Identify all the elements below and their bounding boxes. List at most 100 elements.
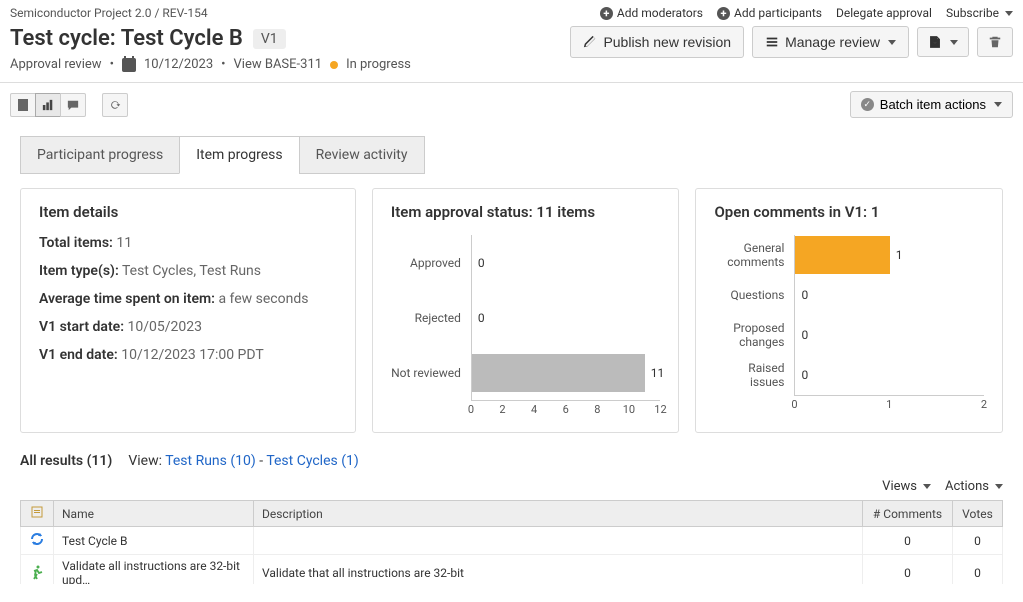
export-icon xyxy=(928,35,942,49)
chart-value: 0 xyxy=(801,328,808,342)
cell-votes: 0 xyxy=(953,555,1003,585)
chart-category-label: Questions xyxy=(714,288,794,302)
chart-value: 1 xyxy=(896,248,903,262)
caret-down-icon xyxy=(1005,11,1013,16)
chart-row: Approved0 xyxy=(391,235,661,290)
chart-category-label: Raised issues xyxy=(714,361,794,389)
chart-row: General comments 1 xyxy=(714,235,984,275)
cell-description xyxy=(254,527,863,555)
table-row[interactable]: Test Cycle B00 xyxy=(21,527,1003,555)
pencil-icon xyxy=(583,35,597,49)
cell-name: Validate all instructions are 32-bit upd… xyxy=(54,555,254,585)
axis-tick: 10 xyxy=(623,403,635,416)
document-icon xyxy=(17,98,29,112)
manage-review-button[interactable]: Manage review xyxy=(752,26,909,58)
chart-category-label: Approved xyxy=(391,256,471,270)
cycle-icon xyxy=(29,531,45,547)
chart-category-label: Proposed changes xyxy=(714,321,794,349)
chart-row: Proposed changes 0 xyxy=(714,315,984,355)
chart-row: Not reviewed11 xyxy=(391,345,661,400)
status-dot-icon xyxy=(330,61,338,69)
refresh-icon xyxy=(109,98,121,112)
tab-participant-progress[interactable]: Participant progress xyxy=(20,136,180,174)
caret-down-icon xyxy=(950,40,958,45)
axis-tick: 12 xyxy=(654,403,666,416)
comments-chart: General comments1Questions0Proposed chan… xyxy=(714,235,984,413)
subscribe-dropdown[interactable]: Subscribe xyxy=(946,6,1013,20)
axis-tick: 6 xyxy=(563,403,569,416)
axis-tick: 8 xyxy=(594,403,600,416)
views-dropdown[interactable]: Views xyxy=(882,479,931,494)
chart-category-label: Not reviewed xyxy=(391,366,471,380)
results-table: Name Description # Comments Votes Test C… xyxy=(20,500,1003,584)
chart-view-button[interactable] xyxy=(35,93,61,117)
breadcrumb-project[interactable]: Semiconductor Project 2.0 xyxy=(10,6,151,20)
chart-value: 11 xyxy=(651,366,665,380)
approval-chart: Approved0Rejected0Not reviewed1102468101… xyxy=(391,235,661,418)
axis-tick: 0 xyxy=(791,398,797,411)
filter-test-cycles[interactable]: Test Cycles (1) xyxy=(266,453,358,469)
filter-test-runs[interactable]: Test Runs (10) xyxy=(165,453,256,469)
chart-row: Rejected0 xyxy=(391,290,661,345)
breadcrumb-item[interactable]: REV-154 xyxy=(162,6,207,20)
cell-description: Validate that all instructions are 32-bi… xyxy=(254,555,863,585)
cell-name: Test Cycle B xyxy=(54,527,254,555)
delete-button[interactable] xyxy=(977,27,1013,57)
item-details-title: Item details xyxy=(39,203,337,221)
export-button[interactable] xyxy=(917,27,969,57)
approval-title: Item approval status: 11 items xyxy=(391,203,661,221)
axis-tick: 0 xyxy=(468,403,474,416)
all-results-label: All results (11) xyxy=(20,453,112,469)
col-icon-header[interactable] xyxy=(21,501,54,527)
chart-row: Raised issues 0 xyxy=(714,355,984,395)
chart-row: Questions0 xyxy=(714,275,984,315)
cell-comments: 0 xyxy=(863,555,953,585)
chart-category-label: Rejected xyxy=(391,311,471,325)
status-text: In progress xyxy=(346,57,411,72)
breadcrumb: Semiconductor Project 2.0 / REV-154 xyxy=(10,6,208,20)
refresh-button[interactable] xyxy=(102,93,128,117)
add-moderators-link[interactable]: +Add moderators xyxy=(600,6,703,20)
comment-icon xyxy=(67,99,79,111)
tab-item-progress[interactable]: Item progress xyxy=(179,136,299,174)
trash-icon xyxy=(988,35,1002,49)
review-date: 10/12/2023 xyxy=(144,57,213,72)
col-name[interactable]: Name xyxy=(54,501,254,527)
batch-item-actions-button[interactable]: ✓ Batch item actions xyxy=(850,91,1013,118)
check-circle-icon: ✓ xyxy=(861,98,874,111)
tab-review-activity[interactable]: Review activity xyxy=(299,136,425,174)
delegate-approval-link[interactable]: Delegate approval xyxy=(836,6,932,20)
view-link[interactable]: View BASE-311 xyxy=(234,57,323,72)
table-row[interactable]: Validate all instructions are 32-bit upd… xyxy=(21,555,1003,585)
item-type-icon xyxy=(31,506,43,518)
comments-title: Open comments in V1: 1 xyxy=(714,203,984,221)
col-votes[interactable]: Votes xyxy=(953,501,1003,527)
chart-bar xyxy=(795,236,889,274)
list-icon xyxy=(765,35,779,49)
chart-axis: 0 1 2 xyxy=(794,395,984,413)
caret-down-icon xyxy=(923,484,931,489)
chart-axis: 024681012 xyxy=(471,400,661,418)
run-icon xyxy=(29,564,45,580)
item-details-panel: Item details Total items: 11 Item type(s… xyxy=(20,188,356,433)
chart-value: 0 xyxy=(801,368,808,382)
version-badge: V1 xyxy=(253,29,286,49)
col-description[interactable]: Description xyxy=(254,501,863,527)
axis-tick: 4 xyxy=(531,403,537,416)
publish-revision-button[interactable]: Publish new revision xyxy=(570,26,744,58)
calendar-icon xyxy=(122,58,136,72)
page-title: Test cycle: Test Cycle B xyxy=(10,26,243,51)
add-participants-link[interactable]: +Add participants xyxy=(717,6,822,20)
cell-comments: 0 xyxy=(863,527,953,555)
chart-bar xyxy=(472,354,645,392)
col-comments[interactable]: # Comments xyxy=(863,501,953,527)
chart-category-label: General comments xyxy=(714,241,794,269)
bar-chart-icon xyxy=(42,99,54,111)
caret-down-icon xyxy=(994,102,1002,107)
comment-view-button[interactable] xyxy=(60,93,86,117)
actions-dropdown[interactable]: Actions xyxy=(945,479,1003,494)
document-view-button[interactable] xyxy=(10,93,36,117)
axis-tick: 1 xyxy=(886,398,892,411)
axis-tick: 2 xyxy=(981,398,987,411)
axis-tick: 2 xyxy=(499,403,505,416)
